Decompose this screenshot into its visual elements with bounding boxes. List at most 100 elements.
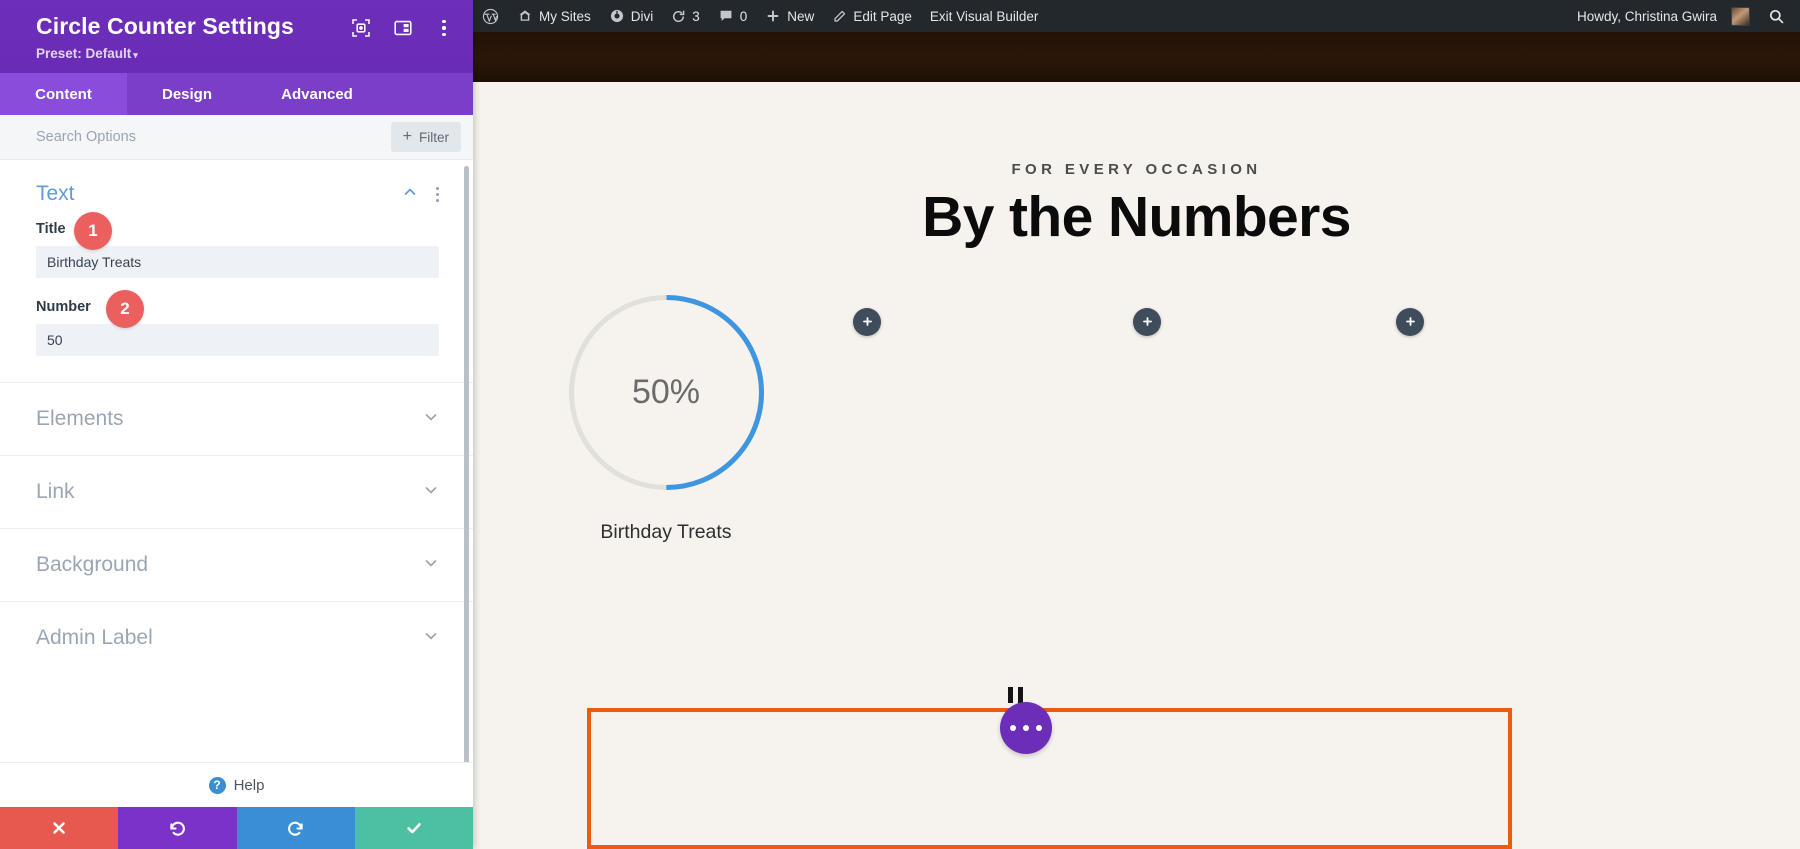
panel-layout-icon[interactable] xyxy=(393,18,413,38)
close-icon xyxy=(53,822,65,834)
focus-target-icon[interactable] xyxy=(351,18,371,38)
vertical-dots-icon[interactable] xyxy=(435,19,453,37)
cancel-button[interactable] xyxy=(0,807,119,849)
chevron-down-icon: ▾ xyxy=(133,50,138,61)
admin-bar-comments-count: 0 xyxy=(739,8,748,24)
title-field-label: Title xyxy=(36,221,66,238)
app-root: Circle Counter Settings Preset: Default ▾ xyxy=(0,0,1800,849)
admin-bar-account[interactable]: Howdy, Christina Gwira xyxy=(1568,0,1759,32)
panel-header-icons xyxy=(351,18,453,38)
help-row[interactable]: ? Help xyxy=(0,762,473,807)
admin-bar-comments[interactable]: 0 xyxy=(709,0,757,32)
tab-advanced[interactable]: Advanced xyxy=(247,73,387,115)
section-elements-label: Elements xyxy=(36,407,124,431)
help-icon: ? xyxy=(208,776,226,794)
section-link-label: Link xyxy=(36,480,75,504)
settings-action-bar xyxy=(0,807,473,849)
text-section-title: Text xyxy=(36,182,75,206)
wordpress-logo-icon xyxy=(482,8,499,24)
settings-panel-header: Circle Counter Settings Preset: Default ▾ xyxy=(0,0,473,74)
admin-bar-divi[interactable]: Divi xyxy=(600,0,663,32)
counters-row: 50% Birthday Treats xyxy=(473,290,1800,590)
check-icon xyxy=(407,823,421,834)
tab-content[interactable]: Content xyxy=(0,73,127,116)
section-options-dots-icon[interactable] xyxy=(435,186,439,203)
filter-button[interactable]: + Filter xyxy=(390,122,461,153)
admin-bar-edit-page[interactable]: Edit Page xyxy=(823,0,921,32)
admin-bar-wordpress-logo[interactable] xyxy=(473,0,508,32)
section-admin-label-label: Admin Label xyxy=(36,626,153,650)
admin-bar-search[interactable] xyxy=(1759,0,1794,32)
circle-counter-settings-panel: Circle Counter Settings Preset: Default ▾ xyxy=(0,0,473,849)
redo-icon xyxy=(287,821,303,836)
admin-bar-new-label: New xyxy=(787,8,815,24)
hero-image-strip xyxy=(473,32,1800,82)
admin-bar-updates-count: 3 xyxy=(692,8,700,24)
admin-bar-exit-label: Exit Visual Builder xyxy=(929,8,1039,24)
add-module-button-2[interactable] xyxy=(853,307,881,336)
admin-bar-my-sites[interactable]: My Sites xyxy=(508,0,600,32)
chevron-down-icon xyxy=(423,482,439,503)
settings-panel-body: Text Title 1 Number 2 Elements xyxy=(0,160,473,762)
plus-icon xyxy=(767,10,779,22)
page-title: By the Numbers xyxy=(922,185,1351,249)
title-input[interactable] xyxy=(36,246,439,279)
search-options-row: + Filter xyxy=(0,115,473,161)
save-button[interactable] xyxy=(354,807,473,849)
comments-icon xyxy=(720,10,732,21)
number-field-group: Number 2 xyxy=(0,290,473,357)
redo-button[interactable] xyxy=(236,807,355,849)
divi-dashboard-icon xyxy=(610,9,623,23)
admin-bar-greeting: Howdy, Christina Gwira xyxy=(1576,8,1717,24)
page-canvas: FOR EVERY OCCASION By the Numbers 50% Bi… xyxy=(473,32,1800,849)
circle-counter-module[interactable]: 50% Birthday Treats xyxy=(531,290,801,544)
plus-icon xyxy=(1405,317,1415,327)
tab-design[interactable]: Design xyxy=(127,73,247,115)
title-field-group: Title 1 xyxy=(0,212,473,279)
chevron-up-icon[interactable] xyxy=(402,184,418,205)
number-input[interactable] xyxy=(36,324,439,357)
admin-bar-edit-page-label: Edit Page xyxy=(853,8,912,24)
help-label: Help xyxy=(233,776,265,794)
admin-bar-new[interactable]: New xyxy=(756,0,823,32)
preset-selector[interactable]: Preset: Default ▾ xyxy=(36,46,455,61)
wp-admin-bar: My Sites Divi 3 0 New Edit Page Exit Vis… xyxy=(473,0,1800,32)
filter-button-label: Filter xyxy=(419,129,449,145)
section-admin-label[interactable]: Admin Label xyxy=(0,601,473,674)
plus-icon xyxy=(862,317,872,327)
undo-icon xyxy=(170,821,186,836)
admin-bar-divi-label: Divi xyxy=(630,8,654,24)
search-icon xyxy=(1769,9,1784,23)
step-badge-2: 2 xyxy=(106,290,144,329)
circle-counter-title: Birthday Treats xyxy=(600,520,732,543)
admin-bar-exit-visual-builder[interactable]: Exit Visual Builder xyxy=(921,0,1048,32)
add-module-button-4[interactable] xyxy=(1396,307,1424,336)
text-section-header[interactable]: Text xyxy=(0,160,473,220)
section-background-label: Background xyxy=(36,553,149,577)
step-badge-1: 1 xyxy=(74,212,112,251)
settings-tabs: Content Design Advanced xyxy=(0,73,473,116)
number-field-label: Number xyxy=(36,299,91,316)
add-module-button-3[interactable] xyxy=(1133,307,1161,336)
chevron-down-icon xyxy=(423,409,439,430)
section-eyebrow: FOR EVERY OCCASION xyxy=(1011,161,1262,178)
undo-button[interactable] xyxy=(118,807,237,849)
section-settings-ellipsis[interactable] xyxy=(1000,702,1052,754)
section-link[interactable]: Link xyxy=(0,455,473,528)
circle-counter-graphic: 50% xyxy=(564,290,769,495)
updates-icon xyxy=(673,10,685,22)
circle-counter-percent: 50% xyxy=(631,372,701,411)
preset-label: Preset: Default xyxy=(36,46,132,62)
chevron-down-icon xyxy=(423,628,439,649)
admin-bar-right: Howdy, Christina Gwira xyxy=(1568,0,1800,32)
avatar xyxy=(1731,6,1750,26)
sites-icon xyxy=(519,10,531,21)
section-elements[interactable]: Elements xyxy=(0,382,473,455)
plus-icon: + xyxy=(402,128,412,146)
pencil-icon xyxy=(834,10,846,22)
admin-bar-my-sites-label: My Sites xyxy=(539,8,591,24)
chevron-down-icon xyxy=(423,555,439,576)
plus-icon xyxy=(1142,317,1152,327)
section-background[interactable]: Background xyxy=(0,528,473,601)
admin-bar-updates[interactable]: 3 xyxy=(662,0,709,32)
